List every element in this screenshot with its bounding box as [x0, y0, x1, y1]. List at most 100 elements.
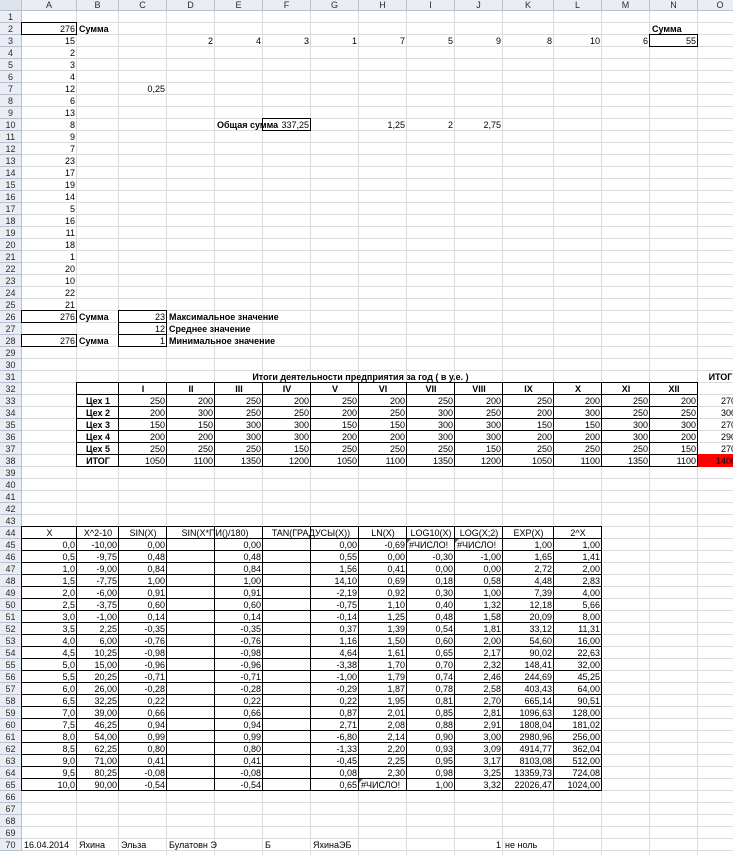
cell-f35[interactable]: 300	[263, 419, 311, 431]
cell-a24[interactable]: 22	[22, 287, 77, 299]
func-cell-l53[interactable]: 16,00	[554, 635, 602, 647]
cell-h36[interactable]: 200	[359, 431, 407, 443]
func-cell-i58[interactable]: 0,81	[407, 695, 455, 707]
cell-i33[interactable]: 250	[407, 395, 455, 407]
func-cell-c58[interactable]: 0,22	[119, 695, 167, 707]
func-cell-a45[interactable]: 0,0	[22, 539, 77, 551]
cell-b44[interactable]: X^2-10	[77, 527, 119, 539]
func-cell-k50[interactable]: 12,18	[503, 599, 554, 611]
func-cell-j59[interactable]: 2,81	[455, 707, 503, 719]
cell-b35[interactable]: Цех 3	[77, 419, 119, 431]
cell-h10[interactable]: 1,25	[359, 119, 407, 131]
cell-n35[interactable]: 300	[650, 419, 698, 431]
cell-d33[interactable]: 200	[167, 395, 215, 407]
func-cell-f59[interactable]: 0,87	[263, 707, 359, 719]
cell-a11[interactable]: 9	[22, 131, 77, 143]
cell-b38[interactable]: ИТОГ	[77, 455, 119, 467]
func-cell-k65[interactable]: 22026,47	[503, 779, 554, 791]
row-header-40[interactable]: 40	[0, 479, 22, 491]
cell-k32[interactable]: IX	[503, 383, 554, 395]
row-header-8[interactable]: 8	[0, 95, 22, 107]
func-cell-i54[interactable]: 0,65	[407, 647, 455, 659]
row-header-59[interactable]: 59	[0, 707, 22, 719]
cell-f32[interactable]: IV	[263, 383, 311, 395]
func-cell-c64[interactable]: -0,08	[119, 767, 167, 779]
func-cell-a57[interactable]: 6,0	[22, 683, 77, 695]
cell-h35[interactable]: 150	[359, 419, 407, 431]
func-cell-h54[interactable]: 1,61	[359, 647, 407, 659]
func-cell-c55[interactable]: -0,96	[119, 659, 167, 671]
func-cell-h47[interactable]: 0,41	[359, 563, 407, 575]
func-cell-f47[interactable]: 1,56	[263, 563, 359, 575]
cell-f10[interactable]: 337,25	[263, 119, 311, 131]
cell-k35[interactable]: 150	[503, 419, 554, 431]
func-cell-c49[interactable]: 0,91	[119, 587, 167, 599]
row-header-46[interactable]: 46	[0, 551, 22, 563]
func-cell-j55[interactable]: 2,32	[455, 659, 503, 671]
cell-a22[interactable]: 20	[22, 263, 77, 275]
row-header-56[interactable]: 56	[0, 671, 22, 683]
cell-n33[interactable]: 200	[650, 395, 698, 407]
func-cell-l65[interactable]: 1024,00	[554, 779, 602, 791]
cell-k70[interactable]: не ноль	[503, 839, 554, 851]
column-header-e[interactable]: E	[215, 0, 263, 11]
cell-a19[interactable]: 11	[22, 227, 77, 239]
row-header-43[interactable]: 43	[0, 515, 22, 527]
func-cell-d61[interactable]: 0,99	[167, 731, 263, 743]
func-cell-a59[interactable]: 7,0	[22, 707, 77, 719]
cell-i44[interactable]: LOG10(X)	[407, 527, 455, 539]
cell-m37[interactable]: 250	[602, 443, 650, 455]
cell-g32[interactable]: V	[311, 383, 359, 395]
func-cell-j63[interactable]: 3,17	[455, 755, 503, 767]
func-cell-k55[interactable]: 148,41	[503, 659, 554, 671]
cell-o36[interactable]: 2900	[698, 431, 733, 443]
func-cell-a50[interactable]: 2,5	[22, 599, 77, 611]
func-cell-k64[interactable]: 13359,73	[503, 767, 554, 779]
row-header-31[interactable]: 31	[0, 371, 22, 383]
func-cell-j47[interactable]: 0,00	[455, 563, 503, 575]
cell-b26[interactable]: Сумма	[77, 311, 119, 323]
func-cell-i53[interactable]: 0,60	[407, 635, 455, 647]
func-cell-c50[interactable]: 0,60	[119, 599, 167, 611]
func-cell-c51[interactable]: 0,14	[119, 611, 167, 623]
row-header-58[interactable]: 58	[0, 695, 22, 707]
func-cell-k62[interactable]: 4914,77	[503, 743, 554, 755]
cell-b70[interactable]: Яхина	[77, 839, 119, 851]
func-cell-c48[interactable]: 1,00	[119, 575, 167, 587]
func-cell-a52[interactable]: 3,5	[22, 623, 77, 635]
cell-l35[interactable]: 150	[554, 419, 602, 431]
func-cell-a53[interactable]: 4,0	[22, 635, 77, 647]
func-cell-i62[interactable]: 0,93	[407, 743, 455, 755]
func-cell-c63[interactable]: 0,41	[119, 755, 167, 767]
func-cell-l59[interactable]: 128,00	[554, 707, 602, 719]
row-header-63[interactable]: 63	[0, 755, 22, 767]
func-cell-b58[interactable]: 32,25	[77, 695, 119, 707]
func-cell-h55[interactable]: 1,70	[359, 659, 407, 671]
cell-i38[interactable]: 1350	[407, 455, 455, 467]
cell-c44[interactable]: SIN(X)	[119, 527, 167, 539]
cell-m35[interactable]: 300	[602, 419, 650, 431]
func-cell-a63[interactable]: 9,0	[22, 755, 77, 767]
cell-i35[interactable]: 300	[407, 419, 455, 431]
row-header-33[interactable]: 33	[0, 395, 22, 407]
cell-j70[interactable]: 1	[455, 839, 503, 851]
cell-g36[interactable]: 200	[311, 431, 359, 443]
func-cell-h57[interactable]: 1,87	[359, 683, 407, 695]
func-cell-k59[interactable]: 1096,63	[503, 707, 554, 719]
func-cell-j57[interactable]: 2,58	[455, 683, 503, 695]
func-cell-l47[interactable]: 2,00	[554, 563, 602, 575]
cell-b37[interactable]: Цех 5	[77, 443, 119, 455]
func-cell-b64[interactable]: 80,25	[77, 767, 119, 779]
cell-a12[interactable]: 7	[22, 143, 77, 155]
func-cell-d52[interactable]: -0,35	[167, 623, 263, 635]
cell-a28[interactable]: 276	[22, 335, 77, 347]
cell-d44[interactable]: SIN(X*ПИ()/180)	[167, 527, 263, 539]
column-header-l[interactable]: L	[554, 0, 602, 11]
func-cell-l60[interactable]: 181,02	[554, 719, 602, 731]
func-cell-l46[interactable]: 1,41	[554, 551, 602, 563]
column-header-k[interactable]: K	[503, 0, 554, 11]
cell-m38[interactable]: 1350	[602, 455, 650, 467]
row-header-30[interactable]: 30	[0, 359, 22, 371]
func-cell-f60[interactable]: 2,71	[263, 719, 359, 731]
cell-e35[interactable]: 300	[215, 419, 263, 431]
